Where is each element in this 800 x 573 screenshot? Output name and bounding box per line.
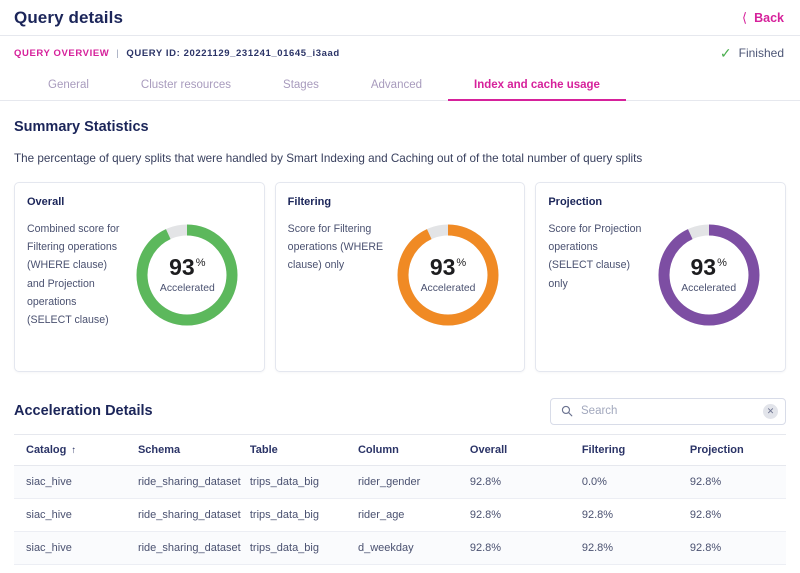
cell-column: rider_age <box>346 499 458 532</box>
summary-statistics-section: Summary Statistics The percentage of que… <box>0 101 800 372</box>
tab-general[interactable]: General <box>22 79 115 101</box>
column-header-projection[interactable]: Projection <box>678 435 786 466</box>
breadcrumb: QUERY OVERVIEW | QUERY ID: 20221129_2312… <box>14 48 340 59</box>
cell-table: trips_data_big <box>238 466 346 499</box>
donut-filtering-label: Accelerated <box>421 283 476 294</box>
cell-catalog: siac_hive <box>14 499 126 532</box>
close-icon[interactable]: ✕ <box>763 404 778 419</box>
cell-catalog: siac_hive <box>14 532 126 565</box>
tab-index-and-cache-usage[interactable]: Index and cache usage <box>448 79 626 101</box>
status-badge: ✓ Finished <box>720 46 784 60</box>
donut-overall-value: 93% <box>169 256 205 279</box>
page-title: Query details <box>14 8 123 28</box>
card-projection-title: Projection <box>548 196 773 208</box>
breadcrumb-query-id: QUERY ID: 20221129_231241_01645_i3aad <box>126 48 339 59</box>
card-filtering: Filtering Score for Filtering operations… <box>275 182 526 372</box>
cell-overall: 92.8% <box>458 532 570 565</box>
card-filtering-title: Filtering <box>288 196 513 208</box>
search-icon <box>561 405 573 417</box>
cell-column: d_weekday <box>346 532 458 565</box>
donut-chart-projection: 93% Accelerated <box>656 222 762 328</box>
donut-chart-filtering: 93% Accelerated <box>395 222 501 328</box>
back-button[interactable]: ⟨ Back <box>742 11 784 25</box>
cell-filtering: 92.8% <box>570 499 678 532</box>
chevron-left-icon: ⟨ <box>742 11 747 24</box>
cell-catalog: siac_hive <box>14 466 126 499</box>
cell-overall: 92.8% <box>458 466 570 499</box>
table-row[interactable]: siac_hive ride_sharing_dataset trips_dat… <box>14 466 786 499</box>
cell-table: trips_data_big <box>238 532 346 565</box>
table-header-row: Catalog↑ Schema Table Column Overall Fil… <box>14 435 786 466</box>
search-input[interactable] <box>581 405 755 417</box>
card-overall-title: Overall <box>27 196 252 208</box>
table-row[interactable]: siac_hive ride_sharing_dataset trips_dat… <box>14 532 786 565</box>
acceleration-details-table: Catalog↑ Schema Table Column Overall Fil… <box>14 434 786 565</box>
table-row[interactable]: siac_hive ride_sharing_dataset trips_dat… <box>14 499 786 532</box>
search-box[interactable]: ✕ <box>550 398 786 425</box>
donut-chart-overall: 93% Accelerated <box>134 222 240 328</box>
cell-schema: ride_sharing_dataset <box>126 532 238 565</box>
column-header-filtering[interactable]: Filtering <box>570 435 678 466</box>
cell-table: trips_data_big <box>238 499 346 532</box>
cell-schema: ride_sharing_dataset <box>126 466 238 499</box>
sort-ascending-icon: ↑ <box>71 445 76 456</box>
cell-projection: 92.8% <box>678 532 786 565</box>
top-bar: Query details ⟨ Back <box>0 0 800 36</box>
check-icon: ✓ <box>720 46 732 60</box>
cell-filtering: 92.8% <box>570 532 678 565</box>
column-header-schema[interactable]: Schema <box>126 435 238 466</box>
cell-filtering: 0.0% <box>570 466 678 499</box>
tab-cluster-resources[interactable]: Cluster resources <box>115 79 257 101</box>
column-header-catalog[interactable]: Catalog↑ <box>14 435 126 466</box>
column-header-table[interactable]: Table <box>238 435 346 466</box>
tab-stages[interactable]: Stages <box>257 79 345 101</box>
back-button-label: Back <box>754 11 784 25</box>
cell-column: rider_gender <box>346 466 458 499</box>
card-filtering-description: Score for Filtering operations (WHERE cl… <box>288 220 384 275</box>
column-header-overall[interactable]: Overall <box>458 435 570 466</box>
donut-overall-label: Accelerated <box>160 283 215 294</box>
breadcrumb-query-overview[interactable]: QUERY OVERVIEW <box>14 48 109 59</box>
card-projection-description: Score for Projection operations (SELECT … <box>548 220 644 293</box>
donut-projection-label: Accelerated <box>681 283 736 294</box>
breadcrumb-separator: | <box>116 48 119 59</box>
tab-bar: General Cluster resources Stages Advance… <box>0 70 800 101</box>
donut-filtering-value: 93% <box>430 256 466 279</box>
card-overall-description: Combined score for Filtering operations … <box>27 220 123 329</box>
card-projection: Projection Score for Projection operatio… <box>535 182 786 372</box>
tab-advanced[interactable]: Advanced <box>345 79 448 101</box>
acceleration-details-title: Acceleration Details <box>14 403 153 419</box>
column-header-column[interactable]: Column <box>346 435 458 466</box>
sub-header-bar: QUERY OVERVIEW | QUERY ID: 20221129_2312… <box>0 36 800 70</box>
summary-statistics-description: The percentage of query splits that were… <box>14 152 786 165</box>
donut-projection-value: 93% <box>690 256 726 279</box>
cell-projection: 92.8% <box>678 499 786 532</box>
cell-overall: 92.8% <box>458 499 570 532</box>
summary-cards: Overall Combined score for Filtering ope… <box>14 182 786 372</box>
status-label: Finished <box>739 46 784 60</box>
summary-statistics-title: Summary Statistics <box>14 119 786 135</box>
cell-projection: 92.8% <box>678 466 786 499</box>
acceleration-details-header: Acceleration Details ✕ <box>0 396 800 426</box>
card-overall: Overall Combined score for Filtering ope… <box>14 182 265 372</box>
cell-schema: ride_sharing_dataset <box>126 499 238 532</box>
